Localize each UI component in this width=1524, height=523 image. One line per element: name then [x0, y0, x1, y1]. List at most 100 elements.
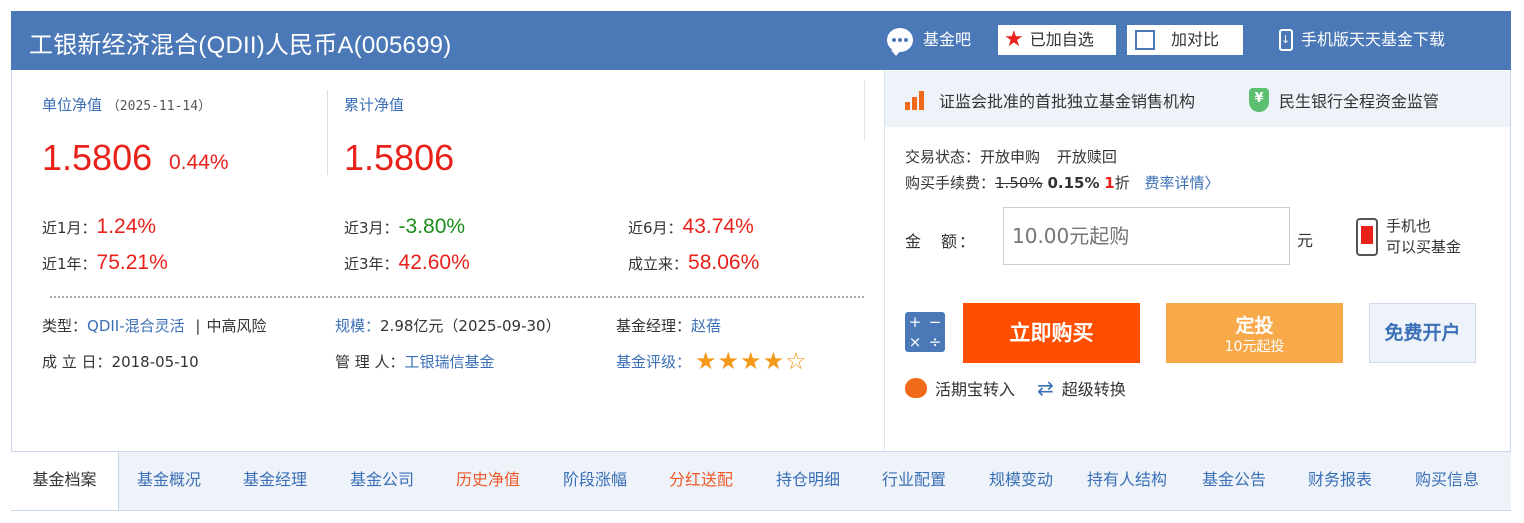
- mobile-download-link[interactable]: 手机版天天基金下载: [1279, 25, 1445, 55]
- huoqibao-label: 活期宝转入: [935, 380, 1016, 399]
- unit-nav-value: 1.5806: [42, 137, 153, 178]
- calculator-icon[interactable]: + − × ÷: [905, 312, 945, 352]
- chat-icon: [887, 28, 913, 56]
- phone-download-icon: [1279, 25, 1293, 55]
- scale-label[interactable]: 规模：: [335, 317, 380, 335]
- perf-value: 75.21%: [96, 251, 168, 274]
- mobile-buy-link[interactable]: 手机也 可以买基金: [1356, 216, 1461, 258]
- risk-level: 中高风险: [206, 317, 267, 335]
- trust-bar: 证监会批准的首批独立基金销售机构 ¥ 民生银行全程资金监管: [885, 71, 1510, 127]
- rating-stars: ★★★★☆: [695, 347, 808, 375]
- sip-sublabel: 10元起投: [1224, 339, 1285, 355]
- perf-3y: 近3年：42.60%: [344, 251, 470, 275]
- bottom-nav-item[interactable]: 规模变动: [989, 452, 1053, 508]
- fund-overview-panel: 单位净值 （2025-11-14） 1.5806 0.44% 累计净值 1.58…: [12, 71, 872, 450]
- bottom-nav-item[interactable]: 历史净值: [456, 452, 520, 508]
- super-switch-label: 超级转换: [1061, 380, 1126, 399]
- mobile-text-2: 可以买基金: [1386, 238, 1462, 256]
- perf-value: 58.06%: [688, 251, 760, 274]
- fee-row: 购买手续费：1.50% 0.15% 1折 费率详情〉: [905, 170, 1220, 196]
- bottom-nav-item[interactable]: 财务报表: [1308, 452, 1372, 508]
- admin-row: 管 理 人：工银瑞信基金: [335, 351, 495, 372]
- perf-6m: 近6月：43.74%: [628, 215, 754, 239]
- perf-label: 近6月：: [628, 219, 683, 237]
- shield-icon: ¥: [1249, 88, 1269, 112]
- perf-3m: 近3月：-3.80%: [344, 215, 465, 239]
- growth-chart-icon: [905, 90, 929, 110]
- inception-label: 成 立 日：: [42, 353, 112, 371]
- scale-value: 2.98亿元（2025-09-30）: [380, 317, 561, 335]
- star-filled-icon: ★: [740, 347, 763, 375]
- sip-button[interactable]: 定投 10元起投: [1166, 303, 1343, 363]
- trade-status-row: 交易状态：开放申购 开放赎回: [905, 144, 1220, 170]
- mobile-download-label: 手机版天天基金下载: [1301, 30, 1446, 49]
- star-filled-icon: ★: [762, 347, 786, 375]
- sip-label: 定投: [1235, 315, 1274, 337]
- bottom-nav-item[interactable]: 持有人结构: [1087, 452, 1167, 508]
- fee-detail-link[interactable]: 费率详情〉: [1145, 174, 1220, 192]
- manager-link[interactable]: 赵蓓: [691, 317, 721, 335]
- perf-value: -3.80%: [398, 215, 466, 238]
- perf-since-inception: 成立来：58.06%: [628, 251, 759, 275]
- bottom-nav-item[interactable]: 购买信息: [1415, 452, 1479, 508]
- amount-input[interactable]: [1003, 207, 1290, 265]
- checkbox-icon: [1135, 30, 1155, 50]
- dotted-divider: [50, 296, 864, 298]
- type-link[interactable]: QDII-混合灵活: [87, 317, 185, 335]
- star-filled-icon: ★: [695, 347, 718, 375]
- manager-label: 基金经理：: [616, 317, 692, 335]
- panel-fold: [864, 80, 884, 140]
- rating-row: 基金评级： ★★★★☆: [616, 347, 808, 375]
- buy-now-button[interactable]: 立即购买: [963, 303, 1140, 363]
- bottom-nav-title: 基金档案: [11, 452, 119, 510]
- huoqibao-link[interactable]: 活期宝转入: [905, 376, 1015, 400]
- trust-text: 民生银行全程资金监管: [1279, 92, 1440, 111]
- star-icon: ★: [1004, 27, 1024, 52]
- added-watchlist-button[interactable]: ★ 已加自选: [998, 25, 1116, 55]
- divider: [327, 90, 328, 175]
- admin-link[interactable]: 工银瑞信基金: [405, 353, 495, 371]
- bottom-nav-item[interactable]: 持仓明细: [776, 452, 840, 508]
- amount-label: 金 额：: [905, 232, 978, 251]
- unit-nav-label: 单位净值: [42, 96, 103, 114]
- bottom-nav-item[interactable]: 阶段涨幅: [563, 452, 627, 508]
- status-redeem: 开放赎回: [1056, 148, 1117, 166]
- piggy-bank-icon: [905, 378, 927, 398]
- fund-bar-label: 基金吧: [923, 30, 972, 49]
- bottom-nav-item[interactable]: 行业配置: [882, 452, 946, 508]
- super-switch-link[interactable]: ⇄ 超级转换: [1037, 376, 1126, 400]
- type-label: 类型：: [42, 317, 88, 335]
- add-compare-button[interactable]: 加对比: [1127, 25, 1243, 55]
- admin-label: 管 理 人：: [335, 353, 405, 371]
- added-watchlist-label: 已加自选: [1029, 30, 1094, 49]
- inception-row: 成 立 日：2018-05-10: [42, 351, 199, 372]
- bottom-nav-item[interactable]: 分红送配: [669, 452, 733, 508]
- fee-discount-unit: 折: [1114, 174, 1130, 192]
- bottom-nav-item[interactable]: 基金概况: [137, 452, 201, 508]
- perf-label: 近3月：: [344, 219, 399, 237]
- fee-original: 1.50%: [995, 174, 1043, 192]
- fund-title: 工银新经济混合(QDII)人民币A(005699): [29, 32, 452, 59]
- fund-type-row: 类型：QDII-混合灵活 | 中高风险: [42, 315, 267, 336]
- perf-value: 42.60%: [398, 251, 470, 274]
- perf-value: 43.74%: [682, 215, 754, 238]
- perf-1m: 近1月：1.24%: [42, 215, 156, 239]
- header-bar: 工银新经济混合(QDII)人民币A(005699) 基金吧 ★ 已加自选 加对比…: [11, 11, 1511, 70]
- bottom-nav-item[interactable]: 基金经理: [243, 452, 307, 508]
- qr-phone-icon: [1356, 218, 1378, 256]
- add-compare-label: 加对比: [1171, 30, 1220, 49]
- separator: |: [195, 317, 201, 335]
- open-account-button[interactable]: 免费开户: [1369, 303, 1476, 363]
- bottom-nav-item[interactable]: 基金公司: [350, 452, 414, 508]
- perf-label: 成立来：: [628, 255, 689, 273]
- trust-item-csrc: 证监会批准的首批独立基金销售机构: [905, 88, 1195, 112]
- swap-icon: ⇄: [1037, 376, 1054, 400]
- fund-bar-link[interactable]: 基金吧: [887, 25, 972, 56]
- bottom-nav-item[interactable]: 基金公告: [1202, 452, 1266, 508]
- mobile-text-1: 手机也: [1386, 217, 1432, 235]
- perf-label: 近3年：: [344, 255, 399, 273]
- panel-divider: [884, 70, 885, 450]
- rating-label[interactable]: 基金评级：: [616, 351, 691, 372]
- unit-nav-label-row: 单位净值 （2025-11-14）: [42, 94, 211, 115]
- perf-value: 1.24%: [96, 215, 157, 238]
